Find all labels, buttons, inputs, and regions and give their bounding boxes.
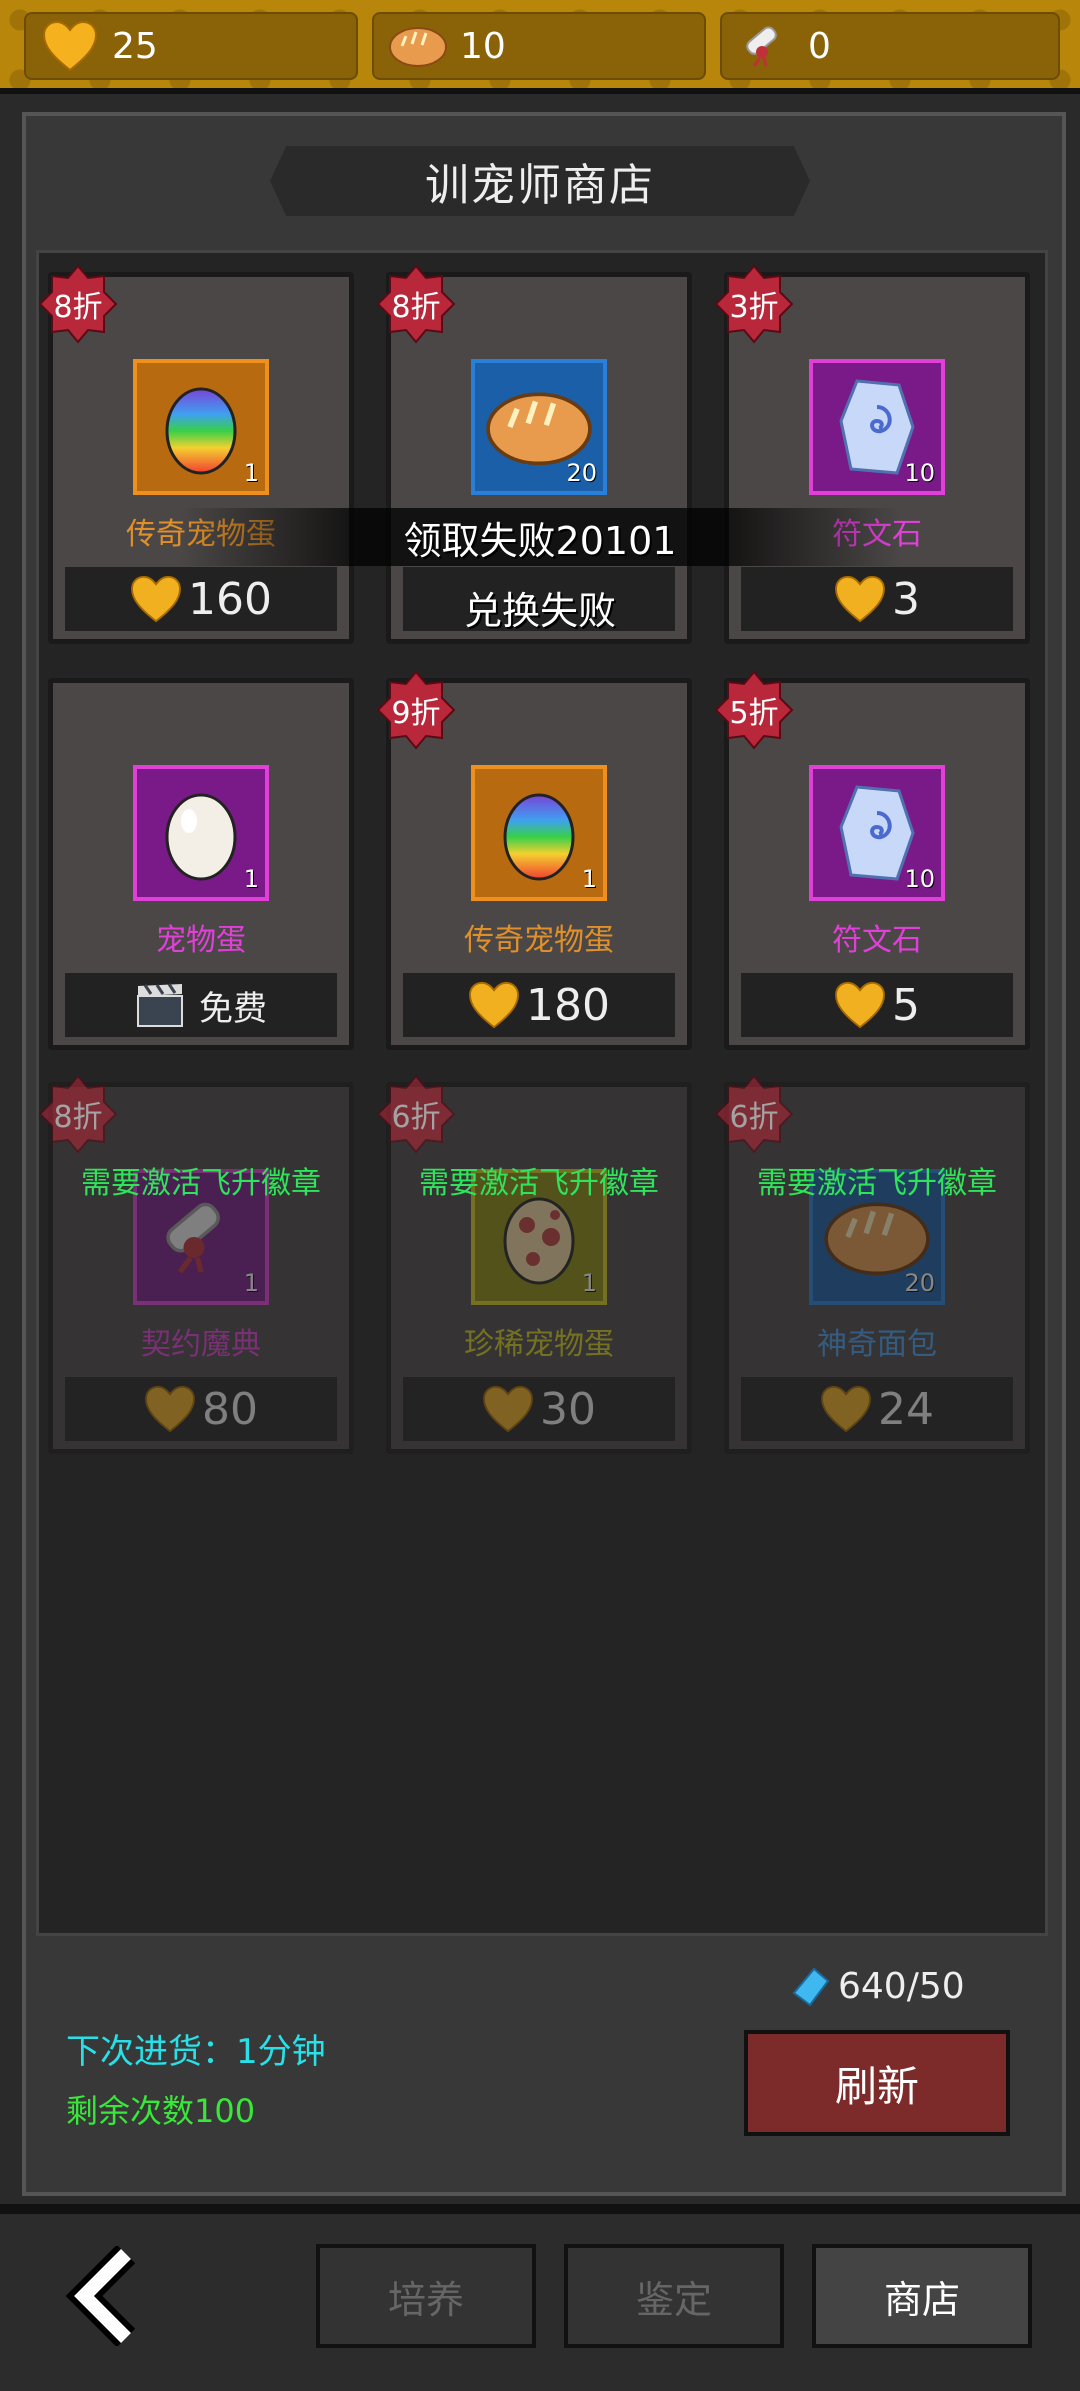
discount-badge: 8折 xyxy=(376,264,456,344)
bread-resource: 10 xyxy=(372,12,706,80)
heart-icon xyxy=(821,1385,871,1433)
toast-claim-fail: 领取失败20101 xyxy=(403,518,677,563)
item-frame: 20 xyxy=(471,359,607,495)
scroll-count: 0 xyxy=(808,25,831,67)
discount-badge: 3折 xyxy=(714,264,794,344)
item-name: 宠物蛋 xyxy=(156,923,246,958)
bread-icon xyxy=(386,14,450,78)
free-video-button[interactable]: 免费 xyxy=(65,973,337,1037)
item-count: 1 xyxy=(243,865,259,893)
item-count: 10 xyxy=(904,459,935,487)
chevron-left-icon xyxy=(65,2244,136,2348)
item-count: 10 xyxy=(904,865,935,893)
scroll-icon xyxy=(734,14,798,78)
heart-icon xyxy=(145,1385,195,1433)
price-button[interactable]: 5 xyxy=(741,973,1013,1037)
item-name: 神奇面包 xyxy=(817,1327,937,1362)
video-icon xyxy=(137,983,183,1027)
item-name: 传奇宠物蛋 xyxy=(464,923,614,958)
heart-resource: 25 xyxy=(24,12,358,80)
scroll-icon xyxy=(166,1202,220,1274)
item-count: 1 xyxy=(243,459,259,487)
tab-train[interactable]: 培养 xyxy=(316,2244,536,2348)
item-count: 20 xyxy=(904,1269,935,1297)
bread-count: 10 xyxy=(460,25,506,67)
item-frame: 1 xyxy=(133,765,269,901)
bread-icon xyxy=(486,392,592,466)
price-value: 180 xyxy=(526,979,610,1031)
heart-icon xyxy=(469,981,519,1029)
item-frame: 1 xyxy=(471,765,607,901)
toast-exchange-fail: 兑换失败 xyxy=(463,588,616,633)
item-frame: 1 xyxy=(133,359,269,495)
locked-requirement: 需要激活飞升徽章 xyxy=(81,1166,321,1201)
gem-value: 640/50 xyxy=(838,1966,965,2007)
heart-icon xyxy=(483,1385,533,1433)
tab-shop[interactable]: 商店 xyxy=(812,2244,1032,2348)
tab-identify[interactable]: 鉴定 xyxy=(564,2244,784,2348)
item-count: 1 xyxy=(581,865,597,893)
discount-badge: 8折 xyxy=(38,1074,118,1154)
back-button[interactable] xyxy=(65,2244,156,2348)
shop-title: 训宠师商店 xyxy=(425,160,655,211)
price-button[interactable]: 80 xyxy=(65,1377,337,1441)
heart-count: 25 xyxy=(112,25,158,67)
price-value: 5 xyxy=(892,979,920,1031)
item-name: 契约魔典 xyxy=(141,1327,261,1362)
discount-badge: 6折 xyxy=(714,1074,794,1154)
shop-title-bar: 训宠师商店 xyxy=(270,146,810,216)
locked-requirement: 需要激活飞升徽章 xyxy=(419,1166,659,1201)
item-count: 1 xyxy=(243,1269,259,1297)
heart-icon xyxy=(38,14,102,78)
price-value: 24 xyxy=(878,1383,934,1435)
white-egg-icon xyxy=(165,793,237,881)
item-frame: 10 xyxy=(809,359,945,495)
rainbow-egg-icon xyxy=(165,387,237,475)
item-name: 珍稀宠物蛋 xyxy=(464,1327,614,1362)
price-value: 免费 xyxy=(199,988,267,1029)
item-frame: 10 xyxy=(809,765,945,901)
item-count: 1 xyxy=(581,1269,597,1297)
discount-badge: 6折 xyxy=(376,1074,456,1154)
refresh-button[interactable]: 刷新 xyxy=(744,2030,1010,2136)
rainbow-egg-icon xyxy=(503,793,575,881)
item-name: 符文石 xyxy=(832,923,922,958)
locked-requirement: 需要激活飞升徽章 xyxy=(757,1166,997,1201)
price-button[interactable]: 180 xyxy=(403,973,675,1037)
spotted-egg-icon xyxy=(503,1197,575,1285)
shop-item-4[interactable]: 1 宠物蛋 免费 xyxy=(48,678,354,1050)
item-count: 20 xyxy=(566,459,597,487)
remaining-count: 剩余次数100 xyxy=(66,2092,256,2130)
gem-icon xyxy=(792,1967,830,2006)
price-button[interactable]: 24 xyxy=(741,1377,1013,1441)
next-restock: 下次进货：1分钟 xyxy=(66,2032,326,2072)
discount-badge: 9折 xyxy=(376,670,456,750)
gem-counter: 640/50 xyxy=(790,1966,965,2007)
price-value: 80 xyxy=(202,1383,258,1435)
discount-badge: 5折 xyxy=(714,670,794,750)
scroll-resource: 0 xyxy=(720,12,1060,80)
bread-icon xyxy=(824,1202,930,1276)
price-value: 30 xyxy=(540,1383,596,1435)
heart-icon xyxy=(835,981,885,1029)
price-button[interactable]: 30 xyxy=(403,1377,675,1441)
discount-badge: 8折 xyxy=(38,264,118,344)
